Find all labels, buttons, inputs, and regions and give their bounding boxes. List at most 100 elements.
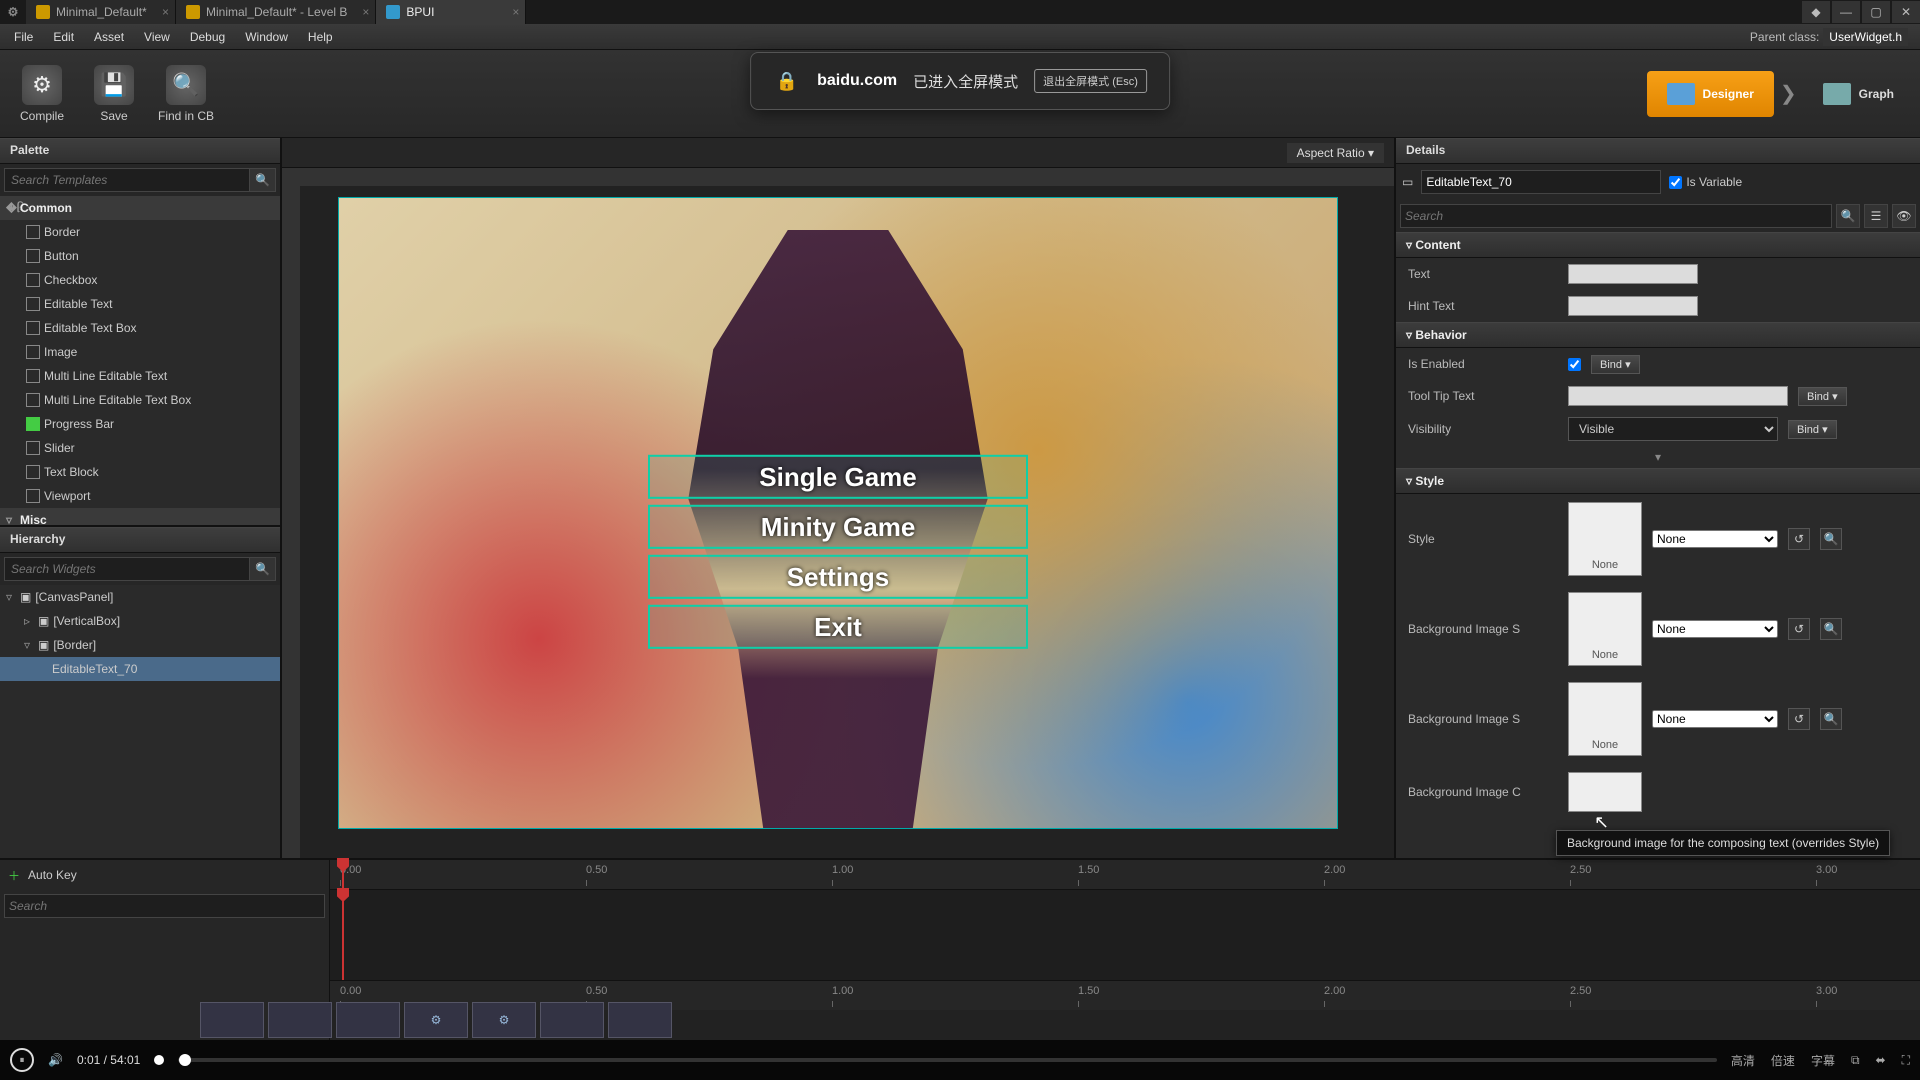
hierarchy-search-input[interactable] bbox=[4, 557, 250, 581]
video-progress[interactable] bbox=[178, 1058, 1717, 1062]
speed-button[interactable]: 倍速 bbox=[1771, 1052, 1795, 1069]
menu-asset[interactable]: Asset bbox=[84, 26, 134, 48]
autokey-label[interactable]: Auto Key bbox=[28, 868, 77, 882]
palette-item[interactable]: Button bbox=[0, 244, 280, 268]
menu-help[interactable]: Help bbox=[298, 26, 343, 48]
eye-icon[interactable]: ▣ bbox=[20, 590, 31, 604]
save-button[interactable]: 💾Save bbox=[78, 54, 150, 134]
task-icon[interactable]: ⚙ bbox=[472, 1002, 536, 1038]
browse-icon[interactable]: 🔍 bbox=[1820, 708, 1842, 730]
tooltip-input[interactable] bbox=[1568, 386, 1788, 406]
hierarchy-header[interactable]: Hierarchy bbox=[0, 527, 280, 553]
section-content[interactable]: ▿ Content bbox=[1396, 232, 1920, 258]
tab-bpui[interactable]: BPUI× bbox=[376, 0, 526, 24]
aspect-ratio-dropdown[interactable]: Aspect Ratio ▾ bbox=[1287, 143, 1384, 163]
menu-view[interactable]: View bbox=[134, 26, 180, 48]
palette-group-misc[interactable]: ▿Misc bbox=[0, 508, 280, 525]
palette-item[interactable]: Editable Text bbox=[0, 292, 280, 316]
task-icon[interactable] bbox=[268, 1002, 332, 1038]
expand-icon[interactable]: ▾ bbox=[1396, 446, 1920, 468]
menu-item-exit[interactable]: Exit bbox=[648, 605, 1028, 649]
hd-button[interactable]: 高清 bbox=[1731, 1052, 1755, 1069]
bind-button[interactable]: Bind ▾ bbox=[1798, 387, 1847, 406]
close-button[interactable]: ✕ bbox=[1892, 1, 1920, 23]
hierarchy-node-selected[interactable]: EditableText_70 bbox=[0, 657, 280, 681]
volume-button[interactable]: 🔊 bbox=[48, 1053, 63, 1067]
bgs2-asset-select[interactable]: None bbox=[1652, 710, 1778, 728]
tab-level-b[interactable]: Minimal_Default* - Level B× bbox=[176, 0, 376, 24]
palette-search-input[interactable] bbox=[4, 168, 250, 192]
palette-item[interactable]: Slider bbox=[0, 436, 280, 460]
wide-button[interactable]: ⬌ bbox=[1876, 1053, 1886, 1067]
compile-button[interactable]: ⚙Compile bbox=[6, 54, 78, 134]
design-viewport[interactable]: Single Game Minity Game Settings Exit bbox=[282, 168, 1394, 858]
add-track-button[interactable]: ＋ bbox=[8, 867, 20, 884]
section-style[interactable]: ▿ Style bbox=[1396, 468, 1920, 494]
timeline-scrubber[interactable] bbox=[342, 860, 344, 889]
notify-icon[interactable]: ◆ bbox=[1802, 1, 1830, 23]
palette-group-common[interactable]: �િCommon bbox=[0, 196, 280, 220]
details-search-input[interactable] bbox=[1400, 204, 1832, 228]
eye-icon[interactable]: 👁 bbox=[1892, 204, 1916, 228]
reset-icon[interactable]: ↺ bbox=[1788, 528, 1810, 550]
details-header[interactable]: Details bbox=[1396, 138, 1920, 164]
maximize-button[interactable]: ▢ bbox=[1862, 1, 1890, 23]
search-icon[interactable]: 🔍 bbox=[1836, 204, 1860, 228]
search-icon[interactable]: 🔍 bbox=[250, 168, 276, 192]
details-body[interactable]: ▿ Content Text Hint Text ▿ Behavior Is E… bbox=[1396, 232, 1920, 858]
task-icon[interactable] bbox=[200, 1002, 264, 1038]
reset-icon[interactable]: ↺ bbox=[1788, 708, 1810, 730]
exit-fullscreen-button[interactable]: 退出全屏模式 (Esc) bbox=[1034, 69, 1147, 93]
filter-icon[interactable]: ☰ bbox=[1864, 204, 1888, 228]
timeline-ruler-top[interactable]: 0.00 0.50 1.00 1.50 2.00 2.50 3.00 bbox=[330, 860, 1920, 890]
menu-item-single[interactable]: Single Game bbox=[648, 455, 1028, 499]
find-button[interactable]: 🔍Find in CB bbox=[150, 54, 222, 134]
eye-icon[interactable]: ▣ bbox=[38, 614, 49, 628]
parent-class-link[interactable]: UserWidget.h bbox=[1823, 28, 1908, 46]
close-icon[interactable]: × bbox=[362, 5, 369, 19]
tab-level[interactable]: Minimal_Default*× bbox=[26, 0, 176, 24]
minimize-button[interactable]: — bbox=[1832, 1, 1860, 23]
palette-item[interactable]: Multi Line Editable Text Box bbox=[0, 388, 280, 412]
widget-name-input[interactable] bbox=[1421, 170, 1661, 194]
bind-button[interactable]: Bind ▾ bbox=[1591, 355, 1640, 374]
eye-icon[interactable]: ▣ bbox=[38, 638, 49, 652]
timeline-playhead[interactable] bbox=[342, 890, 344, 980]
task-icon[interactable] bbox=[336, 1002, 400, 1038]
palette-item[interactable]: Checkbox bbox=[0, 268, 280, 292]
menu-file[interactable]: File bbox=[4, 26, 43, 48]
menu-item-minity[interactable]: Minity Game bbox=[648, 505, 1028, 549]
widget-canvas[interactable]: Single Game Minity Game Settings Exit bbox=[338, 197, 1338, 829]
palette-header[interactable]: Palette bbox=[0, 138, 280, 164]
bgc-thumbnail[interactable] bbox=[1568, 772, 1642, 812]
hierarchy-node[interactable]: ▿▣[CanvasPanel] bbox=[0, 585, 280, 609]
visibility-select[interactable]: Visible bbox=[1568, 417, 1778, 441]
hierarchy-tree[interactable]: ▿▣[CanvasPanel] ▹▣[VerticalBox] ▿▣[Borde… bbox=[0, 585, 280, 858]
palette-tree[interactable]: �િCommon Border Button Checkbox Editable… bbox=[0, 196, 280, 525]
palette-item[interactable]: Viewport bbox=[0, 484, 280, 508]
palette-item[interactable]: Editable Text Box bbox=[0, 316, 280, 340]
style-asset-select[interactable]: None bbox=[1652, 530, 1778, 548]
menu-item-settings[interactable]: Settings bbox=[648, 555, 1028, 599]
browse-icon[interactable]: 🔍 bbox=[1820, 528, 1842, 550]
pip-button[interactable]: ⧉ bbox=[1851, 1053, 1860, 1068]
hint-input[interactable] bbox=[1568, 296, 1698, 316]
section-behavior[interactable]: ▿ Behavior bbox=[1396, 322, 1920, 348]
bgs-thumbnail[interactable]: None bbox=[1568, 592, 1642, 666]
palette-item[interactable]: Text Block bbox=[0, 460, 280, 484]
style-thumbnail[interactable]: None bbox=[1568, 502, 1642, 576]
browse-icon[interactable]: 🔍 bbox=[1820, 618, 1842, 640]
bgs-asset-select[interactable]: None bbox=[1652, 620, 1778, 638]
palette-item[interactable]: Multi Line Editable Text bbox=[0, 364, 280, 388]
reset-icon[interactable]: ↺ bbox=[1788, 618, 1810, 640]
menu-window[interactable]: Window bbox=[235, 26, 298, 48]
pause-button[interactable]: ⏸ bbox=[10, 1048, 34, 1072]
fullscreen-button[interactable]: ⛶ bbox=[1902, 1053, 1910, 1068]
task-icon[interactable] bbox=[540, 1002, 604, 1038]
task-icon[interactable] bbox=[608, 1002, 672, 1038]
is-variable-checkbox[interactable]: Is Variable bbox=[1669, 175, 1742, 189]
bgs2-thumbnail[interactable]: None bbox=[1568, 682, 1642, 756]
hierarchy-node[interactable]: ▹▣[VerticalBox] bbox=[0, 609, 280, 633]
palette-item[interactable]: Border bbox=[0, 220, 280, 244]
hierarchy-node[interactable]: ▿▣[Border] bbox=[0, 633, 280, 657]
